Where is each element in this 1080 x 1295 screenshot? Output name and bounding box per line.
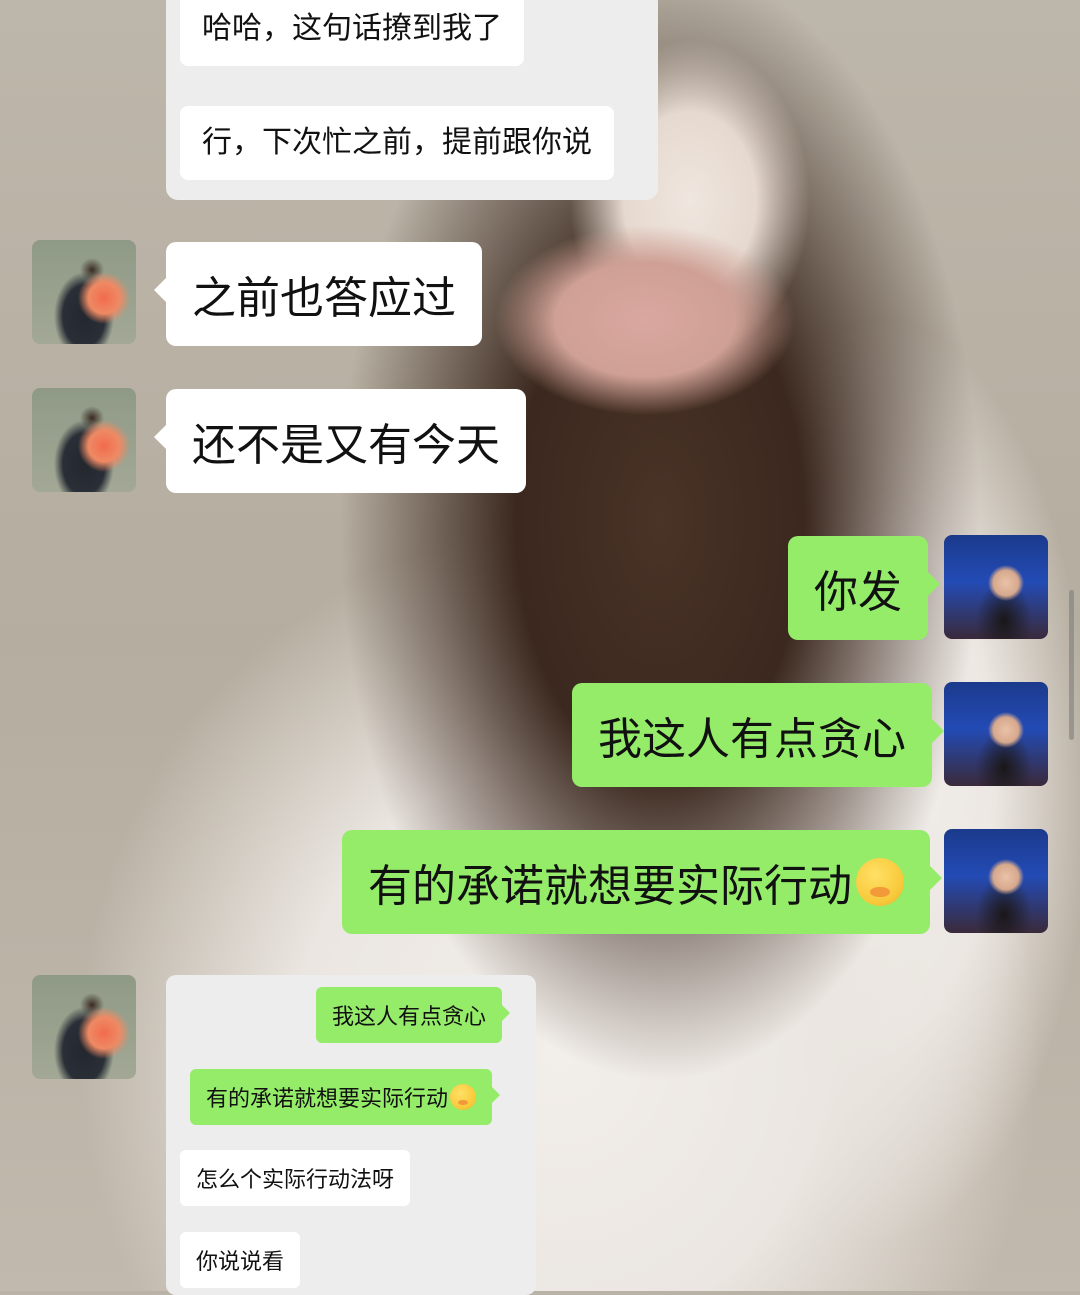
message-text: 有的承诺就想要实际行动 [206, 1087, 449, 1112]
message-text: 还不是又有今天 [192, 420, 500, 471]
received-message-bubble[interactable]: 还不是又有今天 [154, 389, 526, 493]
avatar-girl-night-city[interactable] [944, 535, 1048, 639]
sent-message-bubble[interactable]: 有的承诺就想要实际行动 [342, 830, 942, 934]
hand-over-mouth-emoji [450, 1084, 477, 1110]
avatar-girl-night-city[interactable] [944, 829, 1048, 933]
forwarded-message: 行，下次忙之前，提前跟你说 [180, 106, 614, 180]
message-text: 我这人有点贪心 [332, 1005, 487, 1030]
received-message-bubble[interactable]: 之前也答应过 [154, 242, 482, 346]
avatar-girl-night-city[interactable] [944, 682, 1048, 786]
hand-over-mouth-emoji [856, 858, 904, 906]
sent-message-bubble[interactable]: 我这人有点贪心 [572, 683, 944, 787]
message-text: 你说说看 [196, 1250, 285, 1275]
quoted-received-message: 怎么个实际行动法呀 [180, 1150, 411, 1206]
quoted-received-message: 你说说看 [180, 1232, 301, 1288]
avatar-girl-with-flowers[interactable] [32, 388, 136, 492]
sent-message-bubble[interactable]: 你发 [788, 536, 940, 640]
quoted-sent-message: 有的承诺就想要实际行动 [190, 1069, 501, 1125]
forwarded-message: 哈哈，这句话撩到我了 [180, 0, 524, 66]
message-text: 之前也答应过 [192, 273, 456, 324]
message-text: 我这人有点贪心 [598, 714, 906, 765]
message-text: 怎么个实际行动法呀 [196, 1168, 395, 1193]
message-text: 有的承诺就想要实际行动 [368, 861, 852, 912]
message-text: 你发 [814, 567, 902, 618]
avatar-girl-with-flowers[interactable] [32, 975, 136, 1079]
screenshot-quote-card[interactable]: 我这人有点贪心 有的承诺就想要实际行动 怎么个实际行动法呀 你说说看 [166, 975, 536, 1295]
quoted-sent-message: 我这人有点贪心 [316, 987, 511, 1043]
avatar-girl-with-flowers[interactable] [32, 240, 136, 344]
forwarded-chat-panel: 哈哈，这句话撩到我了 行，下次忙之前，提前跟你说 [166, 0, 658, 200]
scrollbar[interactable] [1069, 590, 1074, 740]
